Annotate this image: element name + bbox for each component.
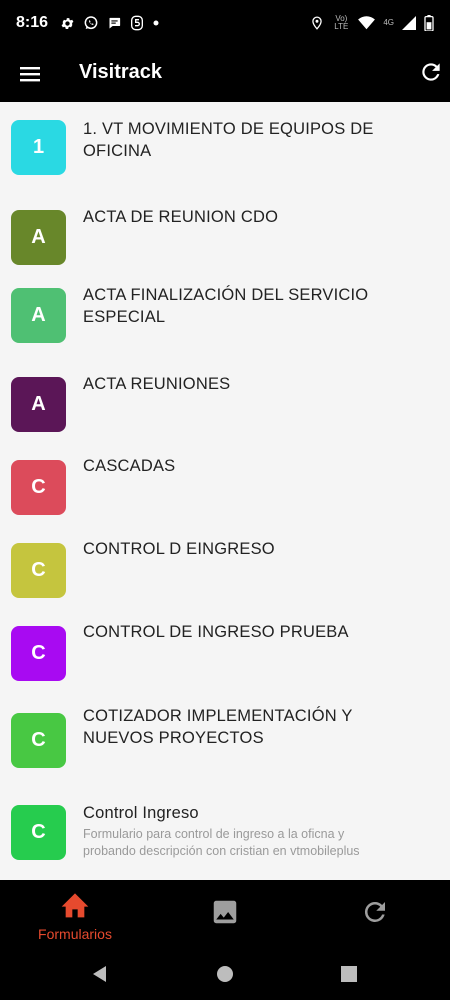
form-title: CONTROL DE INGRESO PRUEBA [83,623,349,641]
form-avatar: C [11,713,66,768]
nav-label-formularios: Formularios [38,926,112,942]
form-title: ACTA DE REUNION CDO [83,208,279,226]
form-title: ACTA FINALIZACIÓN DEL SERVICIO ESPECIAL [83,286,369,326]
form-list-item[interactable]: C CONTROL DE INGRESO PRUEBA [0,606,450,689]
whatsapp-icon [83,15,99,31]
location-icon [310,15,324,31]
form-list-item[interactable]: A ACTA FINALIZACIÓN DEL SERVICIO ESPECIA… [0,268,450,358]
image-icon [210,897,240,932]
form-title: 1. VT MOVIMIENTO DE EQUIPOS DE OFICINA [83,120,374,160]
form-description: Formulario para control de ingreso a la … [83,827,360,858]
gear-icon [60,16,75,31]
system-navigation-bar [0,950,450,1000]
form-avatar: C [11,626,66,681]
forms-list: 1 1. VT MOVIMIENTO DE EQUIPOS DE OFICINA… [0,102,450,880]
dot-icon [152,19,160,27]
battery-icon [424,15,434,31]
form-avatar: A [11,377,66,432]
nav-item-sync[interactable] [345,880,405,950]
form-title: CONTROL D EINGRESO [83,540,275,558]
form-list-item[interactable]: A ACTA DE REUNION CDO [0,192,450,268]
app-title: Visitrack [79,61,163,83]
network-type-label: 4G [383,18,394,27]
wifi-icon [358,16,376,30]
form-avatar: C [11,805,66,860]
form-list-item[interactable]: C COTIZADOR IMPLEMENTACIÓN Y NUEVOS PROY… [0,689,450,789]
signal-icon [402,16,416,30]
nav-item-gallery[interactable] [195,880,255,950]
form-title: ACTA REUNIONES [83,375,231,393]
form-avatar: 1 [11,120,66,175]
bottom-navigation: Formularios [0,880,450,950]
form-avatar: A [11,210,66,265]
hamburger-menu-icon[interactable] [18,62,42,86]
status-left: 8:16 [16,14,160,32]
form-list-item[interactable]: C CONTROL D EINGRESO [0,523,450,606]
status-bar: 8:16 Vo) LTE 4G [0,0,450,46]
sync-icon [360,897,390,932]
form-list-item[interactable]: C CASCADAS [0,440,450,523]
chat-icon [107,16,122,31]
status-right: Vo) LTE 4G [310,15,434,31]
home-icon [59,889,91,924]
back-icon[interactable] [90,964,110,989]
form-avatar: C [11,460,66,515]
five-icon [130,15,144,31]
recents-icon[interactable] [340,965,358,988]
form-list-item[interactable]: 1 1. VT MOVIMIENTO DE EQUIPOS DE OFICINA [0,102,450,192]
form-title: CASCADAS [83,457,176,475]
app-bar: Visitrack [0,46,450,102]
form-list-item[interactable]: A ACTA REUNIONES [0,358,450,440]
form-list-item[interactable]: C Control Ingreso Formulario para contro… [0,789,450,871]
form-avatar: C [11,543,66,598]
volte-icon: Vo) LTE [334,14,349,31]
form-title: COTIZADOR IMPLEMENTACIÓN Y NUEVOS PROYEC… [83,707,353,747]
form-title: Control Ingreso [83,804,199,822]
form-avatar: A [11,288,66,343]
status-time: 8:16 [16,14,49,31]
refresh-icon[interactable] [418,59,448,89]
home-circle-icon[interactable] [215,964,235,989]
nav-item-formularios[interactable]: Formularios [22,880,128,950]
